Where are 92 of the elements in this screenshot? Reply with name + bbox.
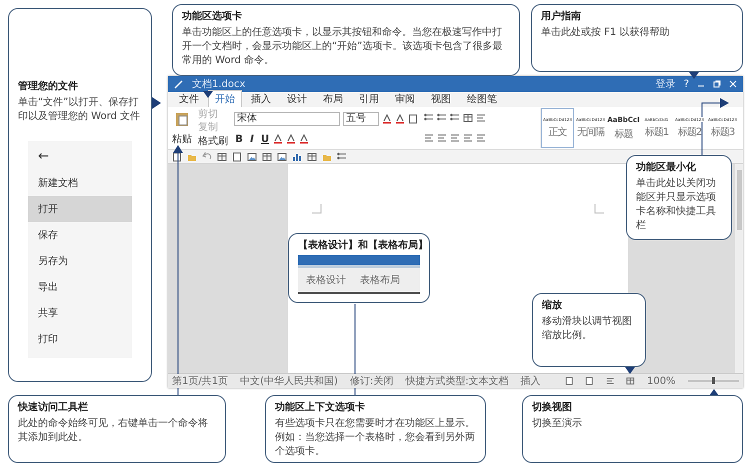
pen-icon — [174, 79, 184, 89]
callout-text: 单击功能区上的任意选项卡，以显示其按钮和命令。当您在极速写作中打开一个文档时，会显示功能区上的“开始”选项卡。该选项卡包含了很多最常用的 Word 命令。 — [182, 26, 504, 68]
restore-icon[interactable] — [713, 80, 721, 88]
table-icon[interactable] — [217, 152, 227, 162]
pointer-arrow — [689, 72, 699, 79]
font-color-icon[interactable] — [395, 114, 405, 124]
font-color-icon[interactable] — [382, 114, 392, 124]
ribbon-tab[interactable]: 文件 — [172, 90, 206, 107]
callout-title: 用户指南 — [541, 11, 582, 23]
font-size-field[interactable]: 五号 — [343, 112, 379, 126]
status-text: 插入 — [520, 374, 541, 388]
pointer-arrow — [152, 97, 161, 109]
zoom-percent: 100% — [646, 376, 676, 386]
align-icon[interactable] — [476, 112, 486, 123]
callout-title: 【表格设计】和【表格布局】 — [298, 240, 420, 252]
ribbon-tab[interactable]: 开始 — [208, 90, 242, 107]
callout-title: 功能区选项卡 — [182, 11, 243, 23]
callout-text: 有些选项卡只在您需要时才在功能区上显示。例如：当您选择一个表格时，您会看到另外两个选项卡。 — [275, 417, 476, 459]
window-title: 文档1.docx — [192, 78, 246, 91]
image-icon[interactable] — [277, 152, 287, 162]
align-icon[interactable] — [476, 133, 486, 144]
image-icon[interactable] — [247, 152, 257, 162]
clipboard-icon[interactable] — [175, 111, 189, 127]
callout-text: 切换至演示 — [532, 417, 583, 431]
align-icon[interactable] — [606, 376, 614, 386]
table-icon[interactable] — [307, 152, 317, 162]
file-menu-item[interactable]: 新建文档 — [28, 170, 132, 196]
undo-icon[interactable] — [202, 152, 212, 162]
ribbon-tab[interactable]: 引用 — [352, 90, 386, 107]
callout-text: 单击“文件”以打开、保存打印以及管理您的 Word 文件 — [18, 96, 142, 124]
callout-title: 功能区最小化 — [636, 162, 697, 174]
back-arrow[interactable]: ← — [28, 147, 132, 170]
document-icon[interactable] — [585, 376, 594, 386]
ribbon-tab[interactable]: 布局 — [316, 90, 350, 107]
pointer-arrow — [203, 91, 213, 98]
pointer-arrow — [625, 367, 635, 374]
list-icon[interactable] — [424, 112, 434, 123]
align-icon[interactable] — [437, 133, 447, 144]
font-color-icon[interactable] — [299, 134, 309, 144]
document-icon[interactable] — [564, 376, 574, 386]
status-text: 中文(中华人民共和国) — [240, 374, 338, 388]
font-name-field[interactable]: 宋体 — [234, 112, 340, 126]
align-icon[interactable] — [450, 133, 460, 144]
file-menu-item[interactable]: 另存为 — [28, 248, 132, 274]
sign-in-link[interactable]: 登录 — [656, 77, 676, 91]
list-icon[interactable] — [437, 112, 447, 123]
table-icon[interactable] — [626, 376, 635, 386]
callout-text: 单击此处或按 F1 以获得帮助 — [541, 26, 670, 40]
context-tab-label: 表格布局 — [360, 274, 400, 287]
font-color-icon[interactable] — [286, 134, 296, 144]
callout-text: 单击此处以关闭功能区并只显示选项卡名称和快捷工具栏 — [636, 177, 717, 233]
format-button[interactable]: U — [260, 134, 270, 144]
file-menu-item[interactable]: 共享 — [28, 300, 132, 326]
margin-mark-icon — [312, 204, 322, 214]
status-text: 第1页/共1页 — [172, 374, 228, 388]
scrollbar[interactable] — [735, 164, 743, 373]
close-icon[interactable] — [729, 80, 737, 88]
ribbon-tab[interactable]: 设计 — [280, 90, 314, 107]
file-menu-item[interactable]: 保存 — [28, 222, 132, 248]
callout-text: 此处的命令始终可见，右键单击一个命令将其添加到此处。 — [18, 417, 209, 445]
callout-title: 快速访问工具栏 — [18, 402, 89, 414]
table-icon[interactable] — [262, 152, 272, 162]
file-menu-item[interactable]: 打开 — [28, 196, 132, 222]
ribbon-tab[interactable]: 审阅 — [388, 90, 422, 107]
margin-mark-icon — [594, 204, 604, 214]
align-icon[interactable] — [463, 133, 473, 144]
callout-title: 缩放 — [542, 300, 563, 312]
ribbon-tab[interactable]: 视图 — [424, 90, 458, 107]
callout-title: 切换视图 — [532, 402, 573, 414]
ribbon-tab[interactable]: 插入 — [244, 90, 278, 107]
callout-title: 功能区上下文选项卡 — [275, 402, 366, 414]
file-menu-item[interactable]: 打印 — [28, 326, 132, 352]
ribbon-tab[interactable]: 绘图笔 — [460, 90, 504, 107]
context-tab-label: 表格设计 — [306, 274, 346, 287]
help-button[interactable]: ? — [684, 78, 689, 90]
clipboard-command[interactable]: 格式刷 — [198, 136, 228, 148]
callout-title: 管理您的文件 — [18, 81, 79, 93]
bar-chart-icon[interactable] — [292, 152, 302, 162]
list-icon[interactable] — [450, 112, 460, 123]
callout-text: 移动滑块以调节视图缩放比例。 — [542, 315, 633, 343]
document-icon[interactable] — [232, 152, 242, 162]
status-text: 快捷方式类型:文本文档 — [405, 374, 509, 388]
table-icon[interactable] — [463, 112, 473, 123]
align-icon[interactable] — [424, 133, 434, 144]
list-icon[interactable] — [337, 152, 347, 162]
paste-button[interactable]: 粘贴 — [172, 134, 192, 145]
format-button[interactable]: I — [247, 134, 257, 144]
document-icon[interactable] — [408, 114, 418, 124]
file-menu-item[interactable]: 导出 — [28, 274, 132, 300]
format-button[interactable]: B — [234, 134, 244, 144]
font-color-icon[interactable] — [273, 134, 283, 144]
status-text: 修订:关闭 — [350, 374, 394, 388]
